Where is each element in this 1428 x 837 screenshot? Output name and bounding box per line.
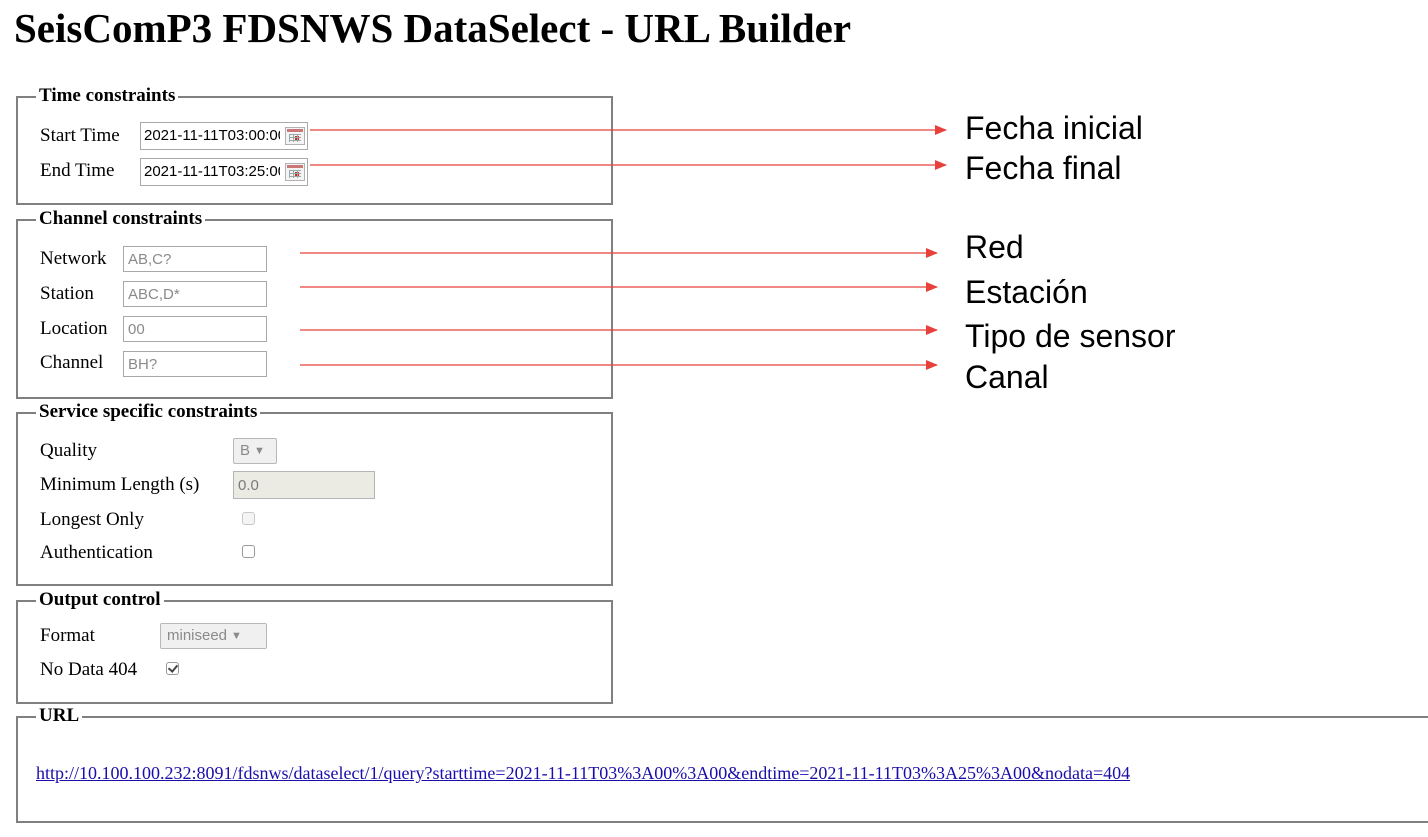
annotation-start-time: Fecha inicial	[965, 110, 1143, 146]
annotation-channel: Canal	[965, 359, 1049, 395]
annotation-arrows	[300, 125, 947, 370]
annotation-network: Red	[965, 229, 1024, 265]
annotation-station: Estación	[965, 274, 1088, 310]
annotation-location: Tipo de sensor	[965, 318, 1176, 354]
annotation-end-time: Fecha final	[965, 150, 1122, 186]
